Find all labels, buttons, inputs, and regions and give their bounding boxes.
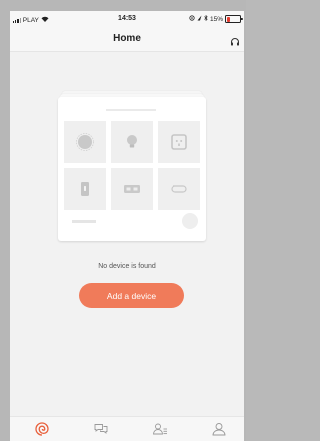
add-device-button[interactable]: Add a device (79, 283, 184, 308)
battery-icon (225, 15, 243, 23)
user-icon[interactable] (211, 421, 227, 437)
device-tile-grid (64, 121, 200, 210)
card-line (106, 109, 156, 111)
nav-header: Home (10, 27, 244, 52)
device-placeholder-card (58, 97, 206, 241)
page-title: Home (113, 33, 141, 44)
home-swirl-icon[interactable] (34, 421, 50, 437)
chat-icon[interactable] (93, 421, 109, 437)
card-bar (72, 220, 96, 223)
profile-list-icon[interactable] (152, 421, 168, 437)
card-circle (182, 213, 198, 229)
empty-state-illustration (58, 91, 206, 241)
switch-panel-icon (111, 168, 153, 210)
smart-plug-icon (158, 121, 200, 163)
bluetooth-icon (204, 14, 208, 23)
headset-icon[interactable] (230, 34, 240, 46)
location-icon (189, 15, 195, 23)
screen-backdrop: PLAY 14:53 15% Home No device is found A… (0, 0, 246, 441)
arrow-icon (197, 15, 202, 23)
loop-arrows-icon (158, 168, 200, 210)
bottom-tab-bar (10, 416, 244, 441)
empty-state-message: No device is found (98, 263, 156, 270)
status-bar: PLAY 14:53 15% (10, 11, 244, 27)
phone-screen: PLAY 14:53 15% Home No device is found A… (10, 11, 244, 441)
bulb-icon (111, 121, 153, 163)
door-sensor-icon (64, 168, 106, 210)
battery-percent: 15% (209, 15, 223, 23)
robot-vacuum-icon (64, 121, 106, 163)
status-right: 15% (189, 14, 243, 23)
